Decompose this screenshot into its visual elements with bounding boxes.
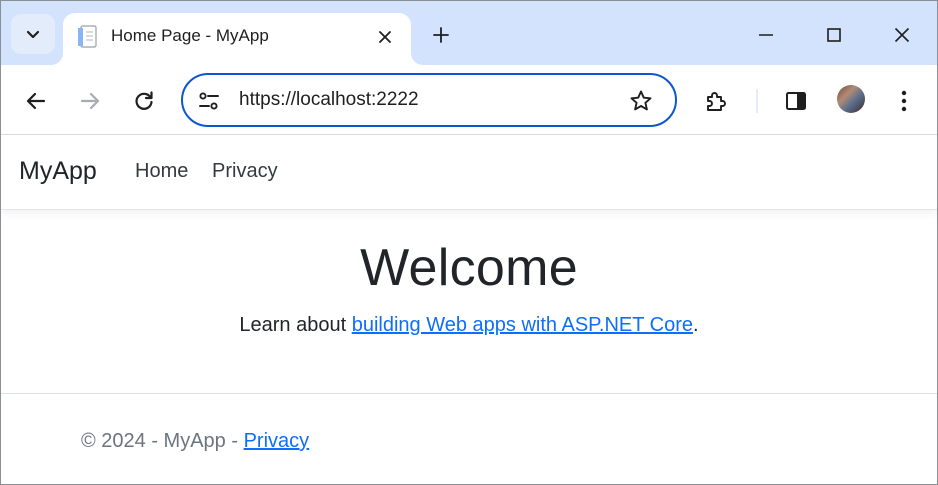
footer-copyright: © 2024 - MyApp - xyxy=(81,430,244,452)
site-footer: © 2024 - MyApp - Privacy xyxy=(1,393,937,484)
tab-home-page[interactable]: Home Page - MyApp xyxy=(63,13,411,65)
window-close-button[interactable] xyxy=(879,15,925,55)
maximize-button[interactable] xyxy=(811,15,857,55)
plus-icon xyxy=(433,27,449,43)
star-icon xyxy=(630,90,652,111)
forward-button[interactable] xyxy=(72,83,108,119)
bookmark-button[interactable] xyxy=(627,87,655,115)
back-button[interactable] xyxy=(18,83,54,119)
browser-toolbar: https://localhost:2222 xyxy=(1,65,937,135)
lead-prefix: Learn about xyxy=(239,314,352,336)
page-heading: Welcome xyxy=(360,239,578,297)
document-icon xyxy=(78,25,97,48)
arrow-left-icon xyxy=(26,92,46,110)
tab-title: Home Page - MyApp xyxy=(111,26,269,45)
puzzle-icon xyxy=(707,92,726,111)
tune-icon xyxy=(199,92,219,110)
extensions-button[interactable] xyxy=(698,83,734,119)
minimize-icon xyxy=(759,34,773,36)
kebab-menu-icon xyxy=(901,90,907,112)
lead-suffix: . xyxy=(693,314,699,336)
arrow-right-icon xyxy=(80,92,100,110)
address-bar[interactable]: https://localhost:2222 xyxy=(181,73,677,127)
site-navbar: MyApp Home Privacy xyxy=(1,135,937,210)
browser-window: Home Page - MyApp https://localhost:2222… xyxy=(0,0,938,485)
tab-close-button[interactable] xyxy=(373,25,397,49)
nav-link-home[interactable]: Home xyxy=(135,160,188,183)
footer-text: © 2024 - MyApp - Privacy xyxy=(81,430,309,453)
site-info-button[interactable] xyxy=(197,89,221,113)
toolbar-separator xyxy=(756,89,758,113)
minimize-button[interactable] xyxy=(743,15,789,55)
tab-strip: Home Page - MyApp xyxy=(1,1,937,65)
side-panel-button[interactable] xyxy=(778,83,814,119)
reload-icon xyxy=(135,91,153,110)
reload-button[interactable] xyxy=(126,83,162,119)
footer-privacy-link[interactable]: Privacy xyxy=(244,430,310,452)
aspnet-docs-link[interactable]: building Web apps with ASP.NET Core xyxy=(352,314,693,336)
profile-avatar[interactable] xyxy=(837,85,865,113)
brand-link[interactable]: MyApp xyxy=(19,157,97,186)
browser-menu-button[interactable] xyxy=(886,83,922,119)
new-tab-button[interactable] xyxy=(425,21,457,49)
close-icon xyxy=(379,31,391,43)
maximize-icon xyxy=(827,28,841,42)
address-url[interactable]: https://localhost:2222 xyxy=(239,89,419,111)
tab-search-button[interactable] xyxy=(11,14,55,54)
lead-paragraph: Learn about building Web apps with ASP.N… xyxy=(1,314,937,337)
nav-link-privacy[interactable]: Privacy xyxy=(212,160,278,183)
side-panel-icon xyxy=(786,92,806,110)
chevron-down-icon xyxy=(26,30,40,39)
close-icon xyxy=(894,27,910,43)
